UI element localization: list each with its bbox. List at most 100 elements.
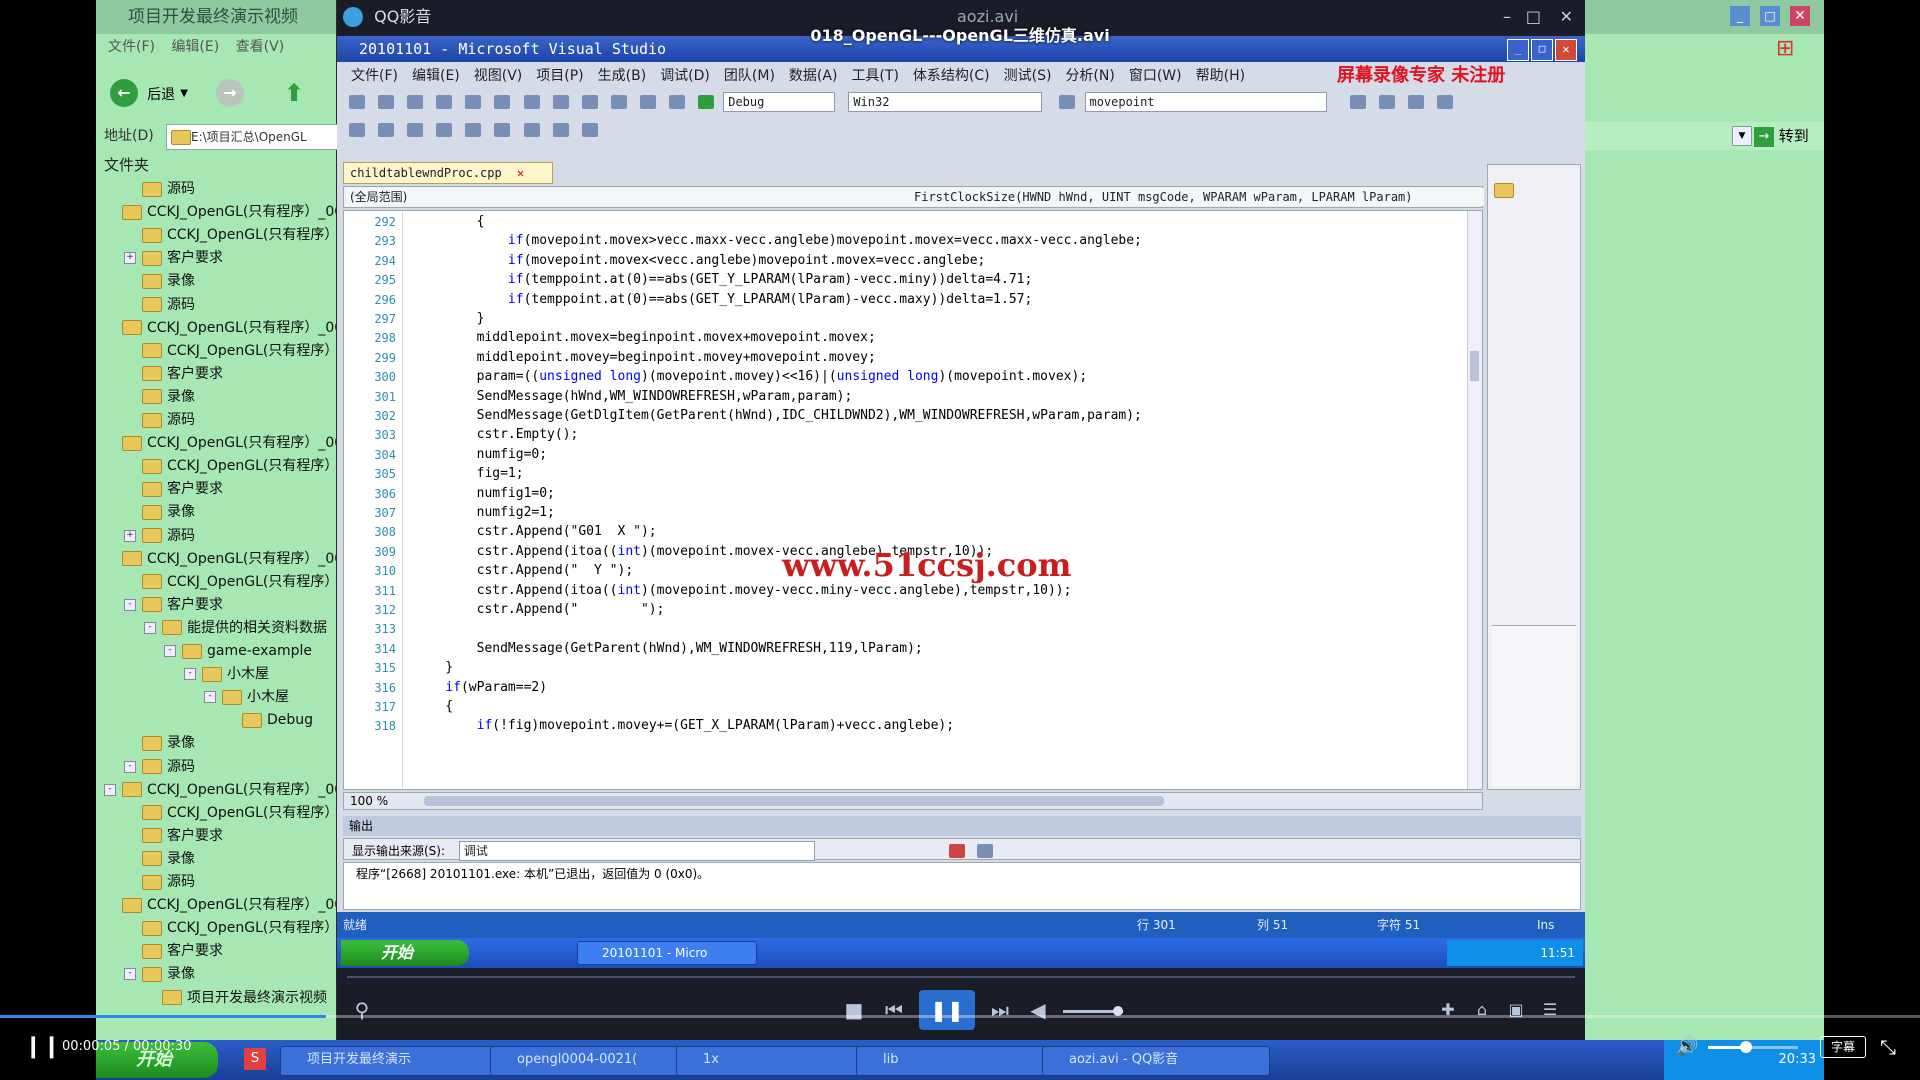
vs-menu-item[interactable]: 窗口(W) [1129, 68, 1182, 84]
paste-icon[interactable] [552, 95, 569, 109]
go-button[interactable]: → 转到 [1754, 124, 1809, 148]
previous-icon[interactable]: ⏮ [879, 990, 909, 1030]
video-progress-bar[interactable] [0, 1015, 1920, 1018]
expand-icon[interactable]: + [124, 252, 136, 265]
tree-item[interactable]: 客户要求 [124, 825, 223, 847]
tree-item[interactable]: CCKJ_OpenGL(只有程序） [124, 917, 336, 939]
clear-bookmarks-icon[interactable] [581, 123, 598, 137]
vs-menu-item[interactable]: 编辑(E) [412, 68, 460, 84]
pause-icon[interactable]: ❙❙ [24, 1030, 61, 1064]
code-editor[interactable]: 292 {293 if(movepoint.movex>vecc.maxx-ve… [343, 210, 1483, 790]
vs-menu-item[interactable]: 测试(S) [1004, 68, 1052, 84]
tree-item[interactable]: - CCKJ_OpenGL(只有程序）_00 [104, 779, 336, 801]
expand-icon[interactable]: + [124, 529, 136, 542]
vs-menu-item[interactable]: 文件(F) [351, 68, 398, 84]
player-volume-slider[interactable] [1063, 1006, 1123, 1016]
tools-icon[interactable]: ✚ [1433, 990, 1463, 1030]
tree-item[interactable]: 源码 [124, 178, 195, 200]
tree-item[interactable]: - 小木屋 [204, 686, 289, 708]
next-icon[interactable]: ⏭ [985, 990, 1015, 1030]
zoom-level[interactable]: 100 % [350, 794, 388, 808]
inner-task-vs[interactable]: 20101101 - Micro [577, 941, 757, 965]
volume-icon[interactable]: ◀ [1023, 990, 1053, 1030]
function-select[interactable]: FirstClockSize(HWND hWnd, UINT msgCode, … [910, 188, 1484, 206]
vs-menu-item[interactable]: 工具(T) [851, 68, 898, 84]
subtitle-button[interactable]: 字幕 [1820, 1036, 1866, 1058]
inner-start-button[interactable]: 开始 [341, 940, 469, 966]
comment-icon[interactable] [436, 123, 453, 137]
find-combo[interactable]: movepoint [1084, 92, 1327, 112]
back-button[interactable]: ← 后退 ▼ [110, 79, 188, 107]
playlist-icon[interactable]: ☰ [1535, 990, 1565, 1030]
vs-menu-item[interactable]: 调试(D) [660, 68, 710, 84]
tree-item[interactable]: 客户要求 [124, 940, 223, 962]
tree-item[interactable]: 录像 [124, 848, 195, 870]
tree-item[interactable]: + 客户要求 [124, 247, 223, 269]
copy-icon[interactable] [523, 95, 540, 109]
collapse-icon[interactable]: - [124, 598, 136, 611]
horizontal-scrollbar[interactable] [424, 796, 1164, 806]
tree-item[interactable]: 源码 [124, 409, 195, 431]
pause-icon[interactable]: ❚❚ [919, 990, 975, 1030]
tree-item[interactable]: - 能提供的相关资料数据 [144, 617, 327, 639]
tree-item[interactable]: - 客户要求 [124, 594, 223, 616]
cut-icon[interactable] [494, 95, 511, 109]
vs-menu-item[interactable]: 生成(B) [598, 68, 647, 84]
add-item-icon[interactable] [378, 95, 395, 109]
tree-item[interactable]: CCKJ_OpenGL(只有程序） [124, 455, 336, 477]
tree-item[interactable]: 客户要求 [124, 363, 223, 385]
tree-item[interactable]: CCKJ_OpenGL(只有程序） [124, 571, 336, 593]
vertical-scrollbar[interactable] [1467, 211, 1482, 789]
tree-item[interactable]: 录像 [124, 501, 195, 523]
vs-menu-item[interactable]: 视图(V) [474, 68, 523, 84]
tree-item[interactable]: CCKJ_OpenGL(只有程序）_00 [104, 548, 336, 570]
scrollbar-thumb[interactable] [1470, 351, 1479, 381]
scope-select[interactable]: (全局范围) [346, 188, 910, 206]
next-bookmark-icon[interactable] [552, 123, 569, 137]
toolbox-icon[interactable] [1407, 95, 1424, 109]
tree-item[interactable]: CCKJ_OpenGL(只有程序）_00 [104, 432, 336, 454]
object-browser-icon[interactable] [1436, 95, 1453, 109]
vs-menu-item[interactable]: 分析(N) [1065, 68, 1114, 84]
document-tab[interactable]: childtablewndProc.cpp ✕ [343, 162, 553, 184]
new-project-icon[interactable] [349, 95, 365, 109]
vs-menu-item[interactable]: 团队(M) [724, 68, 775, 84]
tree-item[interactable]: Debug [224, 709, 313, 731]
outdent-icon[interactable] [407, 123, 424, 137]
tree-item[interactable]: + 源码 [124, 525, 195, 547]
volume-icon[interactable]: 🔊 [1676, 1030, 1700, 1064]
address-input[interactable]: E:\项目汇总\OpenGL [166, 124, 362, 150]
collapse-icon[interactable]: - [144, 621, 156, 634]
undo-icon[interactable] [581, 95, 598, 109]
tree-item[interactable]: CCKJ_OpenGL(只有程序）_00 [104, 317, 336, 339]
forward-button[interactable]: → [216, 79, 244, 107]
save-icon[interactable] [436, 95, 453, 109]
tree-item[interactable]: 录像 [124, 270, 195, 292]
open-file-icon[interactable] [407, 95, 424, 109]
tree-item[interactable]: 项目开发最终演示视频 [144, 987, 327, 1009]
vs-menu-item[interactable]: 帮助(H) [1196, 68, 1245, 84]
tree-item[interactable]: 源码 [124, 294, 195, 316]
indent-icon[interactable] [378, 123, 395, 137]
properties-icon[interactable] [1378, 95, 1395, 109]
tree-item[interactable]: - 小木屋 [184, 663, 269, 685]
configuration-select[interactable]: Debug [723, 92, 836, 112]
screenshot-icon[interactable]: ▣ [1501, 990, 1531, 1030]
collapse-icon[interactable]: - [124, 968, 136, 981]
format-icon[interactable] [349, 123, 365, 137]
prev-bookmark-icon[interactable] [523, 123, 540, 137]
tree-item[interactable]: - game-example [164, 640, 312, 662]
output-source-select[interactable]: 调试 [458, 841, 815, 861]
tree-item[interactable]: 录像 [124, 386, 195, 408]
skin-icon[interactable]: ⌂ [1467, 990, 1497, 1030]
word-wrap-icon[interactable] [976, 844, 993, 858]
tree-item[interactable]: CCKJ_OpenGL(只有程序） [124, 340, 336, 362]
vs-menu-item[interactable]: 数据(A) [789, 68, 838, 84]
platform-select[interactable]: Win32 [848, 92, 1043, 112]
vs-menu-item[interactable]: 项目(P) [536, 68, 583, 84]
tree-item[interactable]: 客户要求 [124, 478, 223, 500]
start-debug-icon[interactable] [698, 95, 715, 109]
pin-icon[interactable]: ⚲ [347, 990, 377, 1030]
solution-explorer-icon[interactable] [1349, 95, 1366, 109]
stop-icon[interactable]: ■ [839, 990, 869, 1030]
